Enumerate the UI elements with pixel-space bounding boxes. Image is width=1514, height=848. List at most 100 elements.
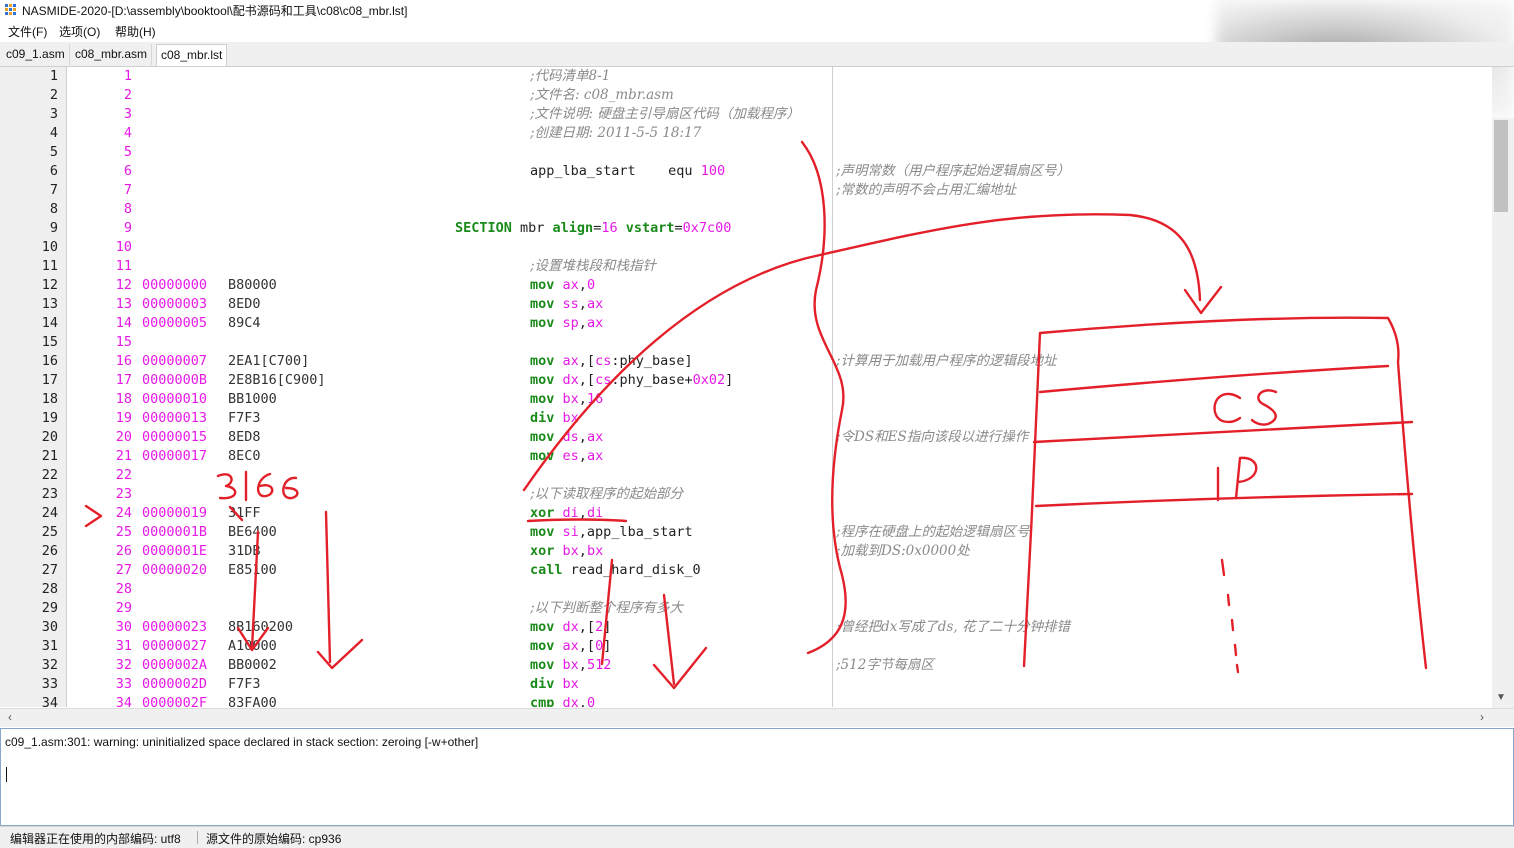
listing-source: mov ax,[cs:phy_base] xyxy=(530,352,693,371)
listing-line-number: 4 xyxy=(123,125,132,141)
source-token: mov xyxy=(530,524,555,540)
tab-c08-mbr-lst[interactable]: c08_mbr.lst xyxy=(156,44,228,66)
vertical-scroll-thumb[interactable] xyxy=(1494,120,1508,212)
menu-help[interactable]: 帮助(H) xyxy=(115,23,156,40)
listing-row: 22 22 xyxy=(0,466,1492,485)
gutter-line-number: 15 xyxy=(41,334,58,350)
listing-line-number: 2 xyxy=(123,87,132,103)
source-token xyxy=(554,543,562,559)
source-token: vstart xyxy=(625,220,675,236)
gutter-line-number: 18 xyxy=(41,391,58,407)
source-token: bx xyxy=(562,410,579,426)
source-token: div xyxy=(530,676,555,692)
source-token: xor xyxy=(530,505,555,521)
listing-address: 00000015 xyxy=(142,429,208,445)
listing-address: 00000007 xyxy=(142,353,208,369)
listing-machine-code: 8B160200 xyxy=(228,619,294,635)
gutter-line-number: 24 xyxy=(41,505,58,521)
listing-line-number: 14 xyxy=(115,315,132,331)
listing-machine-code: BB1000 xyxy=(228,391,277,407)
listing-comment: ;声明常数（用户程序起始逻辑扇区号） xyxy=(836,163,1071,179)
source-token: mbr xyxy=(511,220,553,236)
listing-line-number: 23 xyxy=(115,486,132,502)
source-token: , xyxy=(578,695,587,707)
menu-file[interactable]: 文件(F) xyxy=(8,23,47,40)
listing-line-number: 16 xyxy=(115,353,132,369)
source-token: mov xyxy=(530,657,555,673)
source-token: ds xyxy=(562,429,579,445)
listing-source: div bx xyxy=(530,409,579,428)
source-token: mov xyxy=(530,372,555,388)
gutter-line-number: 13 xyxy=(41,296,58,312)
source-token: ,[ xyxy=(578,619,596,635)
source-token: ax xyxy=(586,448,604,464)
listing-machine-code: 8EC0 xyxy=(228,448,261,464)
gutter-line-number: 2 xyxy=(49,87,58,103)
source-token: ;设置堆栈段和栈指针 xyxy=(530,258,657,274)
horizontal-scrollbar[interactable]: ‹ › xyxy=(0,708,1514,727)
source-token: ;创建日期: 2011-5-5 18:17 xyxy=(530,125,702,141)
source-token xyxy=(554,391,562,407)
listing-source: mov ax,[0] xyxy=(530,637,611,656)
listing-row: 21 21 00000017 8EC0 mov es,ax xyxy=(0,447,1492,466)
scroll-right-icon[interactable]: › xyxy=(1480,710,1484,724)
scroll-left-icon[interactable]: ‹ xyxy=(8,710,12,724)
gutter-line-number: 6 xyxy=(49,163,58,179)
listing-row: 10 10 xyxy=(0,238,1492,257)
source-token xyxy=(554,277,562,293)
output-message: c09_1.asm:301: warning: uninitialized sp… xyxy=(5,735,479,749)
listing-machine-code: F7F3 xyxy=(228,410,261,426)
listing-row: 2 2 ;文件名: c08_mbr.asm xyxy=(0,86,1492,105)
listing-machine-code: BB0002 xyxy=(228,657,277,673)
listing-source: xor bx,bx xyxy=(530,542,603,561)
gutter-line-number: 29 xyxy=(41,600,58,616)
listing-line-number: 9 xyxy=(123,220,132,236)
code-editor[interactable]: 1 1 ;代码清单8-1 2 2 ;文件名: c08_mbr.asm 3 3 ;文件说明: 硬盘… xyxy=(0,67,1492,707)
status-source-encoding: 源文件的原始编码: cp936 xyxy=(206,832,342,846)
listing-address: 0000001B xyxy=(142,524,208,540)
source-token: dx xyxy=(562,619,579,635)
source-token: align xyxy=(552,220,594,236)
tab-c08-mbr-asm[interactable]: c08_mbr.asm xyxy=(71,44,153,65)
listing-address: 00000013 xyxy=(142,410,208,426)
source-token: ;以下读取程序的起始部分 xyxy=(530,486,684,502)
listing-row: 12 12 00000000 B80000 mov ax,0 xyxy=(0,276,1492,295)
listing-source: cmp dx,0 xyxy=(530,694,595,707)
listing-row: 34 34 0000002F 83FA00 cmp dx,0 xyxy=(0,694,1492,707)
listing-machine-code: E85100 xyxy=(228,562,277,578)
tab-c09-1-asm[interactable]: c09_1.asm xyxy=(2,44,70,65)
gutter-line-number: 27 xyxy=(41,562,58,578)
source-token: mov xyxy=(530,296,555,312)
source-token: mov xyxy=(530,638,555,654)
listing-line-number: 19 xyxy=(115,410,132,426)
gutter-line-number: 11 xyxy=(41,258,58,274)
scroll-down-icon[interactable]: ▼ xyxy=(1496,692,1506,703)
source-token: xor xyxy=(530,543,555,559)
listing-source: ;文件说明: 硬盘主引导扇区代码（加载程序） xyxy=(530,105,800,124)
gutter-line-number: 12 xyxy=(41,277,58,293)
listing-line-number: 31 xyxy=(115,638,132,654)
source-token: , xyxy=(578,315,587,331)
menu-options[interactable]: 选项(O) xyxy=(59,23,100,40)
source-token: read_hard_disk_0 xyxy=(562,562,701,578)
output-panel[interactable]: c09_1.asm:301: warning: uninitialized sp… xyxy=(0,728,1514,826)
source-token: ,app_lba_start xyxy=(578,524,693,540)
listing-row: 19 19 00000013 F7F3 div bx xyxy=(0,409,1492,428)
listing-row: 88 xyxy=(0,200,1492,219)
listing-row: 3 3 ;文件说明: 硬盘主引导扇区代码（加载程序） xyxy=(0,105,1492,124)
source-token: , xyxy=(578,543,587,559)
listing-source: mov bx,512 xyxy=(530,656,611,675)
gutter-line-number: 1 xyxy=(49,68,58,84)
source-token xyxy=(554,695,562,707)
source-token: mov xyxy=(530,619,555,635)
source-token xyxy=(554,410,562,426)
listing-machine-code: 8ED0 xyxy=(228,296,261,312)
status-separator xyxy=(197,831,198,844)
listing-comment: ;加载到DS:0x0000处 xyxy=(836,543,970,559)
source-token xyxy=(554,638,562,654)
listing-line-number: 13 xyxy=(115,296,132,312)
listing-line-number: 27 xyxy=(115,562,132,578)
source-token: , xyxy=(578,429,587,445)
source-token: ,[ xyxy=(578,372,596,388)
listing-address: 00000005 xyxy=(142,315,208,331)
